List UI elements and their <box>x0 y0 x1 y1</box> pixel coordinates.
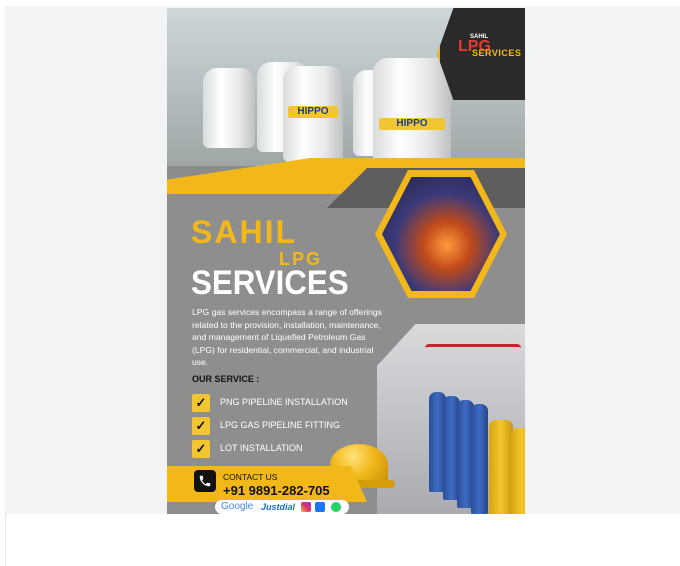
cylinder <box>471 404 488 514</box>
justdial-logo: Justdial <box>261 502 296 512</box>
tank-brand: HIPPO <box>297 106 329 117</box>
service-item: ✓ LPG GAS PIPELINE FITTING <box>192 417 382 439</box>
title-sahil: SAHIL <box>191 214 297 250</box>
google-text: Google <box>221 501 254 512</box>
check-icon: ✓ <box>192 417 210 435</box>
cylinder <box>511 428 525 514</box>
cylinder <box>489 420 513 514</box>
logo-services: SERVICES <box>472 48 522 58</box>
gas-manifold <box>425 344 521 387</box>
contact-label: CONTACT US <box>223 472 278 482</box>
facebook-icon <box>315 502 325 512</box>
tank-brand: HIPPO <box>396 118 428 129</box>
sahil-lpg-logo: SAHIL LPG SERVICES <box>458 34 522 64</box>
service-label: LOT INSTALLATION <box>220 443 303 453</box>
instagram-icon <box>301 502 311 512</box>
brand-strip: Google Justdial <box>215 500 349 514</box>
service-heading: OUR SERVICE : <box>192 374 260 384</box>
service-label: LPG GAS PIPELINE FITTING <box>220 420 341 430</box>
bottom-strip <box>5 514 680 566</box>
tank: HIPPO <box>373 58 451 162</box>
contact-phone: +91 9891-282-705 <box>223 483 330 498</box>
poster-image: HIPPO HIPPO SAHIL LPG SERVICES SAHIL LPG… <box>167 8 525 514</box>
service-label: PNG PIPELINE INSTALLATION <box>220 397 348 407</box>
description: LPG gas services encompass a range of of… <box>192 307 382 368</box>
title-services: SERVICES <box>191 264 349 302</box>
logo-badge: SAHIL LPG SERVICES <box>437 8 525 100</box>
phone-icon <box>194 470 216 492</box>
tank: HIPPO <box>283 66 343 162</box>
cylinder-photo <box>377 324 525 514</box>
whatsapp-icon <box>331 502 341 512</box>
service-item: ✓ PNG PIPELINE INSTALLATION <box>192 394 382 416</box>
tank <box>203 68 255 148</box>
google-logo: Google <box>221 500 253 514</box>
check-icon: ✓ <box>192 394 210 412</box>
check-icon: ✓ <box>192 440 210 458</box>
